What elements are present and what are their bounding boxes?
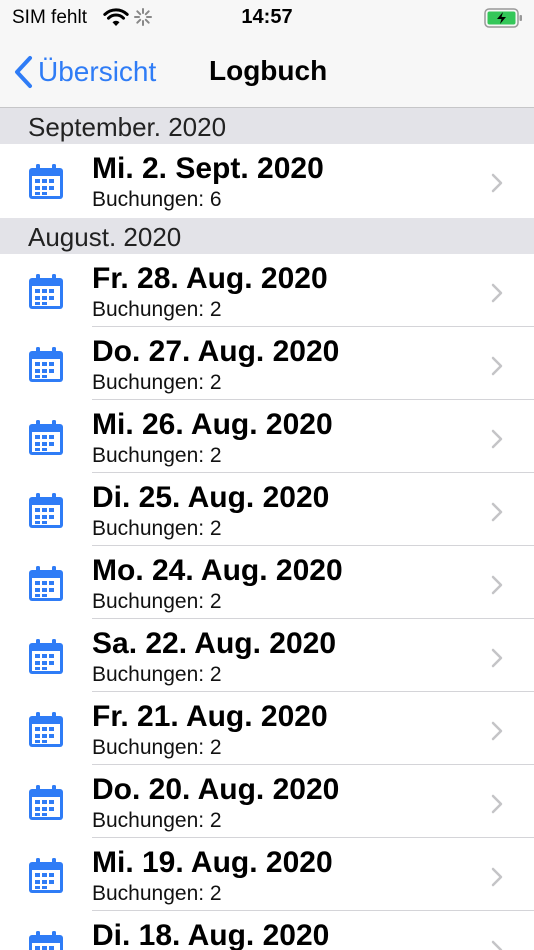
- section-header: August. 2020: [0, 218, 534, 254]
- calendar-icon: [29, 785, 63, 820]
- row-booking-count: Buchungen: 2: [92, 882, 222, 905]
- row-date-title: Di. 25. Aug. 2020: [92, 481, 330, 514]
- chevron-left-icon: [15, 56, 32, 88]
- row-booking-count: Buchungen: 2: [92, 663, 222, 686]
- row-date-title: Fr. 21. Aug. 2020: [92, 700, 328, 733]
- back-button[interactable]: Übersicht: [12, 52, 156, 92]
- row-date-title: Mi. 19. Aug. 2020: [92, 846, 333, 879]
- logbook-day-row[interactable]: Do. 27. Aug. 2020 Buchungen: 2: [0, 327, 534, 400]
- battery-charging-icon: [484, 8, 522, 28]
- chevron-right-icon: [491, 648, 503, 668]
- row-date-title: Mi. 26. Aug. 2020: [92, 408, 333, 441]
- row-date-title: Mo. 24. Aug. 2020: [92, 554, 343, 587]
- logbook-day-row[interactable]: Mi. 19. Aug. 2020 Buchungen: 2: [0, 838, 534, 911]
- row-date-title: Sa. 22. Aug. 2020: [92, 627, 337, 660]
- chevron-right-icon: [491, 356, 503, 376]
- row-date-title: Do. 27. Aug. 2020: [92, 335, 340, 368]
- row-date-title: Di. 18. Aug. 2020: [92, 919, 330, 950]
- chevron-right-icon: [491, 283, 503, 303]
- calendar-icon: [29, 493, 63, 528]
- row-date-title: Mi. 2. Sept. 2020: [92, 152, 324, 185]
- row-booking-count: Buchungen: 2: [92, 517, 222, 540]
- calendar-icon: [29, 712, 63, 747]
- calendar-icon: [29, 164, 63, 199]
- calendar-icon: [29, 420, 63, 455]
- calendar-icon: [29, 566, 63, 601]
- logbook-day-row[interactable]: Di. 18. Aug. 2020: [0, 911, 534, 950]
- chevron-right-icon: [491, 867, 503, 887]
- chevron-right-icon: [491, 502, 503, 522]
- page-title: Logbuch: [209, 55, 328, 86]
- calendar-icon: [29, 931, 63, 950]
- row-booking-count: Buchungen: 2: [92, 809, 222, 832]
- chevron-right-icon: [491, 173, 503, 193]
- logbook-day-row[interactable]: Sa. 22. Aug. 2020 Buchungen: 2: [0, 619, 534, 692]
- row-date-title: Do. 20. Aug. 2020: [92, 773, 340, 806]
- calendar-icon: [29, 274, 63, 309]
- row-booking-count: Buchungen: 2: [92, 590, 222, 613]
- row-booking-count: Buchungen: 2: [92, 371, 222, 394]
- row-booking-count: Buchungen: 6: [92, 188, 222, 211]
- status-bar: SIM fehlt 14:57: [0, 0, 534, 36]
- chevron-right-icon: [491, 940, 503, 950]
- chevron-right-icon: [491, 794, 503, 814]
- row-booking-count: Buchungen: 2: [92, 736, 222, 759]
- chevron-right-icon: [491, 575, 503, 595]
- calendar-icon: [29, 347, 63, 382]
- logbook-day-row[interactable]: Fr. 21. Aug. 2020 Buchungen: 2: [0, 692, 534, 765]
- calendar-icon: [29, 858, 63, 893]
- logbook-day-row[interactable]: Mo. 24. Aug. 2020 Buchungen: 2: [0, 546, 534, 619]
- row-booking-count: Buchungen: 2: [92, 444, 222, 467]
- logbook-day-row[interactable]: Mi. 26. Aug. 2020 Buchungen: 2: [0, 400, 534, 473]
- chevron-right-icon: [491, 429, 503, 449]
- calendar-icon: [29, 639, 63, 674]
- status-time: 14:57: [241, 6, 293, 28]
- section-header: September. 2020: [0, 108, 534, 144]
- logbook-day-row[interactable]: Mi. 2. Sept. 2020 Buchungen: 6: [0, 144, 534, 218]
- row-date-title: Fr. 28. Aug. 2020: [92, 262, 328, 295]
- logbook-day-row[interactable]: Fr. 28. Aug. 2020 Buchungen: 2: [0, 254, 534, 327]
- logbook-list: September. 2020 Mi. 2. Sept. 2020 Buchunge…: [0, 108, 534, 950]
- chevron-right-icon: [491, 721, 503, 741]
- back-button-label: Übersicht: [38, 56, 157, 87]
- logbook-day-row[interactable]: Di. 25. Aug. 2020 Buchungen: 2: [0, 473, 534, 546]
- logbook-day-row[interactable]: Do. 20. Aug. 2020 Buchungen: 2: [0, 765, 534, 838]
- row-booking-count: Buchungen: 2: [92, 298, 222, 321]
- navigation-bar: Übersicht Logbuch: [0, 36, 534, 108]
